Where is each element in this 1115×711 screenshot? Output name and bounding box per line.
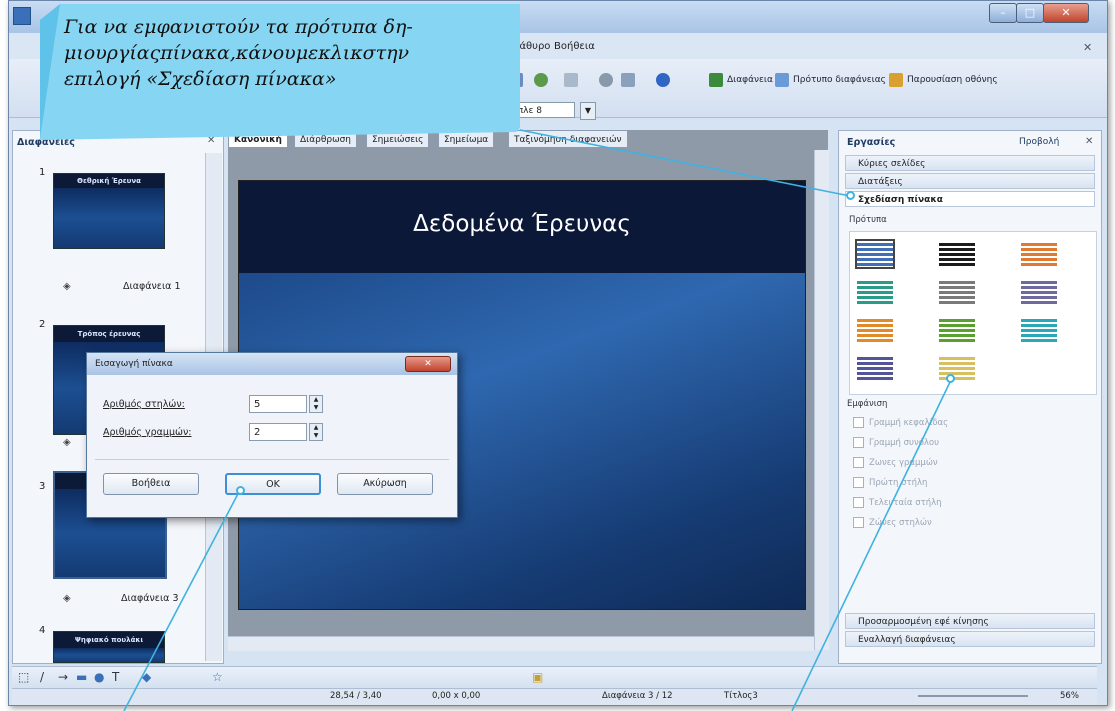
ok-pointer-line (123, 489, 241, 711)
callout-pointer-line (519, 129, 851, 197)
pointer-dot-ok (236, 486, 245, 495)
callout-text: Για να εμφανιστούν τα πρότυπα δη- μιουργ… (64, 14, 494, 92)
callout-line-3: επιλογή «Σχεδίαση πίνακα» (64, 68, 337, 90)
callout-line-1: Για να εμφανιστούν τα πρότυπα δη- (64, 16, 413, 38)
pointer-dot-template (946, 374, 955, 383)
template-pointer-line (791, 381, 951, 711)
callout-line-2: μιουργίαςπίνακα,κάνουμεκλικστην (64, 42, 410, 64)
pointer-dot-section (846, 191, 855, 200)
callout-overlay (40, 4, 951, 711)
